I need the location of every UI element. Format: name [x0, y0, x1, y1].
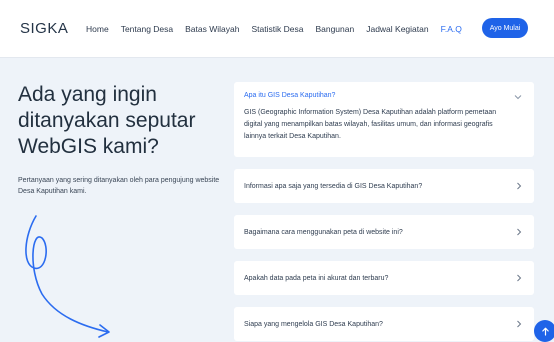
- faq-item-what-is-gis[interactable]: Apa itu GIS Desa Kaputihan? GIS (Geograp…: [234, 82, 534, 157]
- chevron-right-icon[interactable]: [516, 228, 522, 236]
- brand-logo[interactable]: SIGKA: [20, 20, 68, 37]
- faq-question: Bagaimana cara menggunakan peta di websi…: [244, 228, 403, 236]
- faq-question: Informasi apa saja yang tersedia di GIS …: [244, 182, 423, 190]
- page-title: Ada yang ingin ditanyakan seputar WebGIS…: [18, 83, 196, 158]
- faq-section: Ada yang ingin ditanyakan seputar WebGIS…: [0, 58, 554, 342]
- faq-item-available-info[interactable]: Informasi apa saja yang tersedia di GIS …: [234, 169, 534, 203]
- chevron-right-icon[interactable]: [516, 320, 522, 328]
- nav-item-home[interactable]: Home: [86, 24, 109, 34]
- nav-menu: Home Tentang Desa Batas Wilayah Statisti…: [86, 24, 474, 34]
- nav-item-batas-wilayah[interactable]: Batas Wilayah: [185, 24, 239, 34]
- chevron-right-icon[interactable]: [516, 274, 522, 282]
- faq-list: Apa itu GIS Desa Kaputihan? GIS (Geograp…: [234, 82, 534, 342]
- faq-question: Apakah data pada peta ini akurat dan ter…: [244, 274, 389, 282]
- faq-item-how-to-use-map[interactable]: Bagaimana cara menggunakan peta di websi…: [234, 215, 534, 249]
- navbar: SIGKA Home Tentang Desa Batas Wilayah St…: [0, 0, 554, 58]
- arrow-up-icon: [541, 327, 549, 336]
- faq-question: Apa itu GIS Desa Kaputihan?: [244, 92, 336, 99]
- curved-arrow-icon: [25, 215, 110, 338]
- faq-item-who-manages[interactable]: Siapa yang mengelola GIS Desa Kaputihan?: [234, 307, 534, 341]
- faq-question: Siapa yang mengelola GIS Desa Kaputihan?: [244, 320, 383, 328]
- nav-item-statistik-desa[interactable]: Statistik Desa: [251, 24, 303, 34]
- chevron-right-icon[interactable]: [516, 182, 522, 190]
- nav-item-bangunan[interactable]: Bangunan: [315, 24, 354, 34]
- chevron-down-icon[interactable]: [514, 94, 522, 100]
- scroll-to-top-button[interactable]: [534, 320, 554, 342]
- nav-item-jadwal-kegiatan[interactable]: Jadwal Kegiatan: [366, 24, 428, 34]
- get-started-button[interactable]: Ayo Mulai: [482, 18, 528, 38]
- faq-item-data-accuracy[interactable]: Apakah data pada peta ini akurat dan ter…: [234, 261, 534, 295]
- nav-item-faq[interactable]: F.A.Q: [441, 24, 462, 34]
- page-description: Pertanyaan yang sering ditanyakan oleh p…: [18, 177, 220, 195]
- nav-item-tentang-desa[interactable]: Tentang Desa: [121, 24, 173, 34]
- faq-answer: GIS (Geographic Information System) Desa…: [244, 109, 497, 140]
